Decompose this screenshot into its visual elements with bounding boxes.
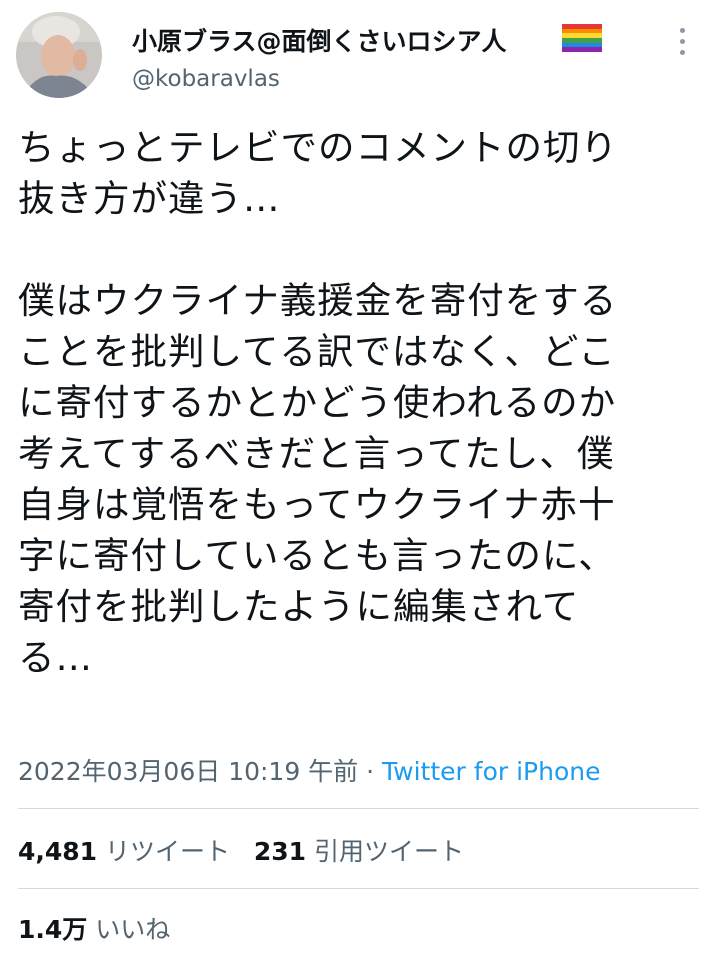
tweet-header: 小原ブラス@面倒くさいロシア人 @kobaravlas [0, 0, 717, 110]
avatar[interactable] [16, 12, 102, 98]
tweet-stats: 4,481 リツイート 231 引用ツイート [18, 832, 464, 868]
author-handle[interactable]: @kobaravlas [132, 66, 280, 92]
retweets-stat[interactable]: 4,481 リツイート [18, 837, 230, 866]
retweets-count: 4,481 [18, 837, 98, 866]
tweet-timestamp[interactable]: 2022年03月06日 10:19 午前 [18, 757, 358, 786]
avatar-image [16, 12, 102, 98]
tweet-text: ちょっとテレビでのコメントの切り 抜き方が違う… 僕はウクライナ義援金を寄付をす… [18, 126, 618, 679]
tweet-meta: 2022年03月06日 10:19 午前 · Twitter for iPhon… [18, 752, 600, 788]
rainbow-flag-icon [562, 24, 602, 52]
divider [18, 888, 699, 889]
likes-count: 1.4万 [18, 915, 88, 944]
quotes-label: 引用ツイート [314, 837, 465, 866]
likes-stat[interactable]: 1.4万 いいね [18, 910, 170, 946]
divider [18, 808, 699, 809]
retweets-label: リツイート [105, 837, 231, 866]
author-display-name[interactable]: 小原ブラス@面倒くさいロシア人 [132, 22, 507, 58]
quotes-count: 231 [253, 837, 307, 866]
more-options-icon[interactable] [664, 24, 700, 58]
meta-separator: · [358, 757, 383, 786]
quotes-stat[interactable]: 231 引用ツイート [254, 837, 464, 866]
likes-label: いいね [95, 915, 171, 944]
tweet-source-link[interactable]: Twitter for iPhone [382, 757, 600, 786]
